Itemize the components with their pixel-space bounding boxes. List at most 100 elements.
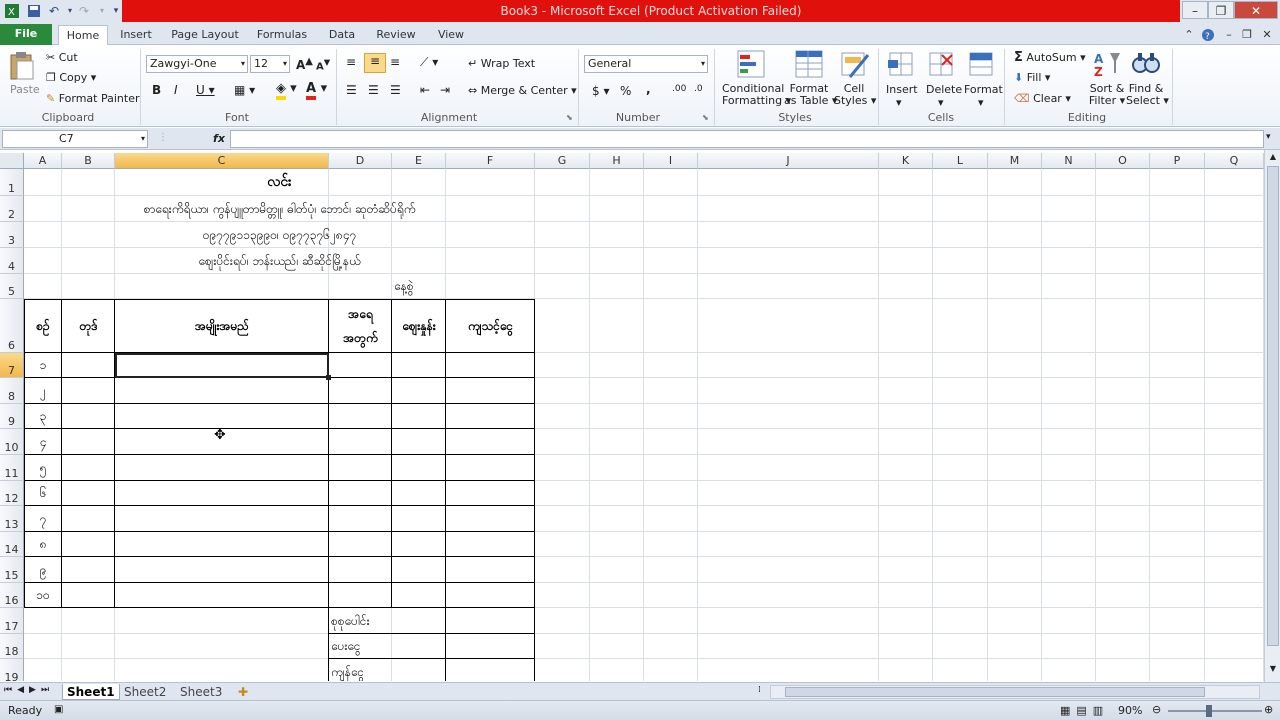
row-header-9[interactable]: 9 (0, 404, 24, 429)
scroll-down-icon[interactable]: ▼ (1266, 662, 1280, 676)
vertical-scrollbar[interactable]: ▲ ▼ (1264, 150, 1280, 682)
borders-icon[interactable]: ▦ ▾ (234, 83, 255, 97)
orientation-icon[interactable]: ⟋ ▾ (420, 55, 438, 70)
column-header-n[interactable]: N (1042, 153, 1096, 169)
row-header-14[interactable]: 14 (0, 532, 24, 557)
comma-style-icon[interactable]: , (646, 82, 651, 96)
sort-filter-icon[interactable]: AZ (1092, 49, 1122, 79)
redo-icon[interactable]: ↷ (76, 3, 92, 19)
align-left-icon[interactable]: ☰ (346, 83, 357, 97)
copy-button[interactable]: ❐ Copy ▾ (46, 71, 96, 84)
conditional-formatting-icon[interactable] (736, 49, 766, 79)
zoom-out-icon[interactable]: ⊖ (1152, 703, 1161, 716)
cell-styles-button[interactable]: Cell Styles ▾ (834, 83, 876, 107)
insert-function-button[interactable]: fx (208, 130, 230, 148)
row-header-6[interactable]: 6 (0, 299, 24, 353)
formula-input[interactable] (230, 130, 1264, 148)
fill-handle[interactable] (326, 375, 331, 380)
align-top-icon[interactable]: ≡ (346, 55, 356, 69)
column-header-a[interactable]: A (24, 153, 62, 169)
font-name-select[interactable]: Zawgyi-One ▾ (146, 55, 248, 73)
zoom-in-icon[interactable]: ⊕ (1264, 703, 1273, 716)
row-header-16[interactable]: 16 (0, 583, 24, 608)
workbook-close-icon[interactable]: ✕ (1260, 25, 1274, 45)
scroll-up-icon[interactable]: ▲ (1266, 150, 1280, 164)
row-header-15[interactable]: 15 (0, 557, 24, 583)
row-header-8[interactable]: 8 (0, 378, 24, 404)
align-right-icon[interactable]: ☰ (390, 83, 401, 97)
minimize-ribbon-icon[interactable]: ⌃ (1182, 25, 1196, 45)
tab-data[interactable]: Data (322, 25, 362, 45)
close-button[interactable]: ✕ (1234, 1, 1278, 19)
paste-icon[interactable] (8, 51, 36, 81)
format-painter-button[interactable]: ✎ Format Painter (46, 92, 140, 105)
font-color-icon[interactable]: A ▾ (306, 81, 327, 100)
currency-format-icon[interactable]: $ ▾ (592, 84, 609, 98)
horizontal-scroll-thumb[interactable] (785, 687, 1205, 697)
selected-cell-c7[interactable] (115, 353, 329, 378)
insert-sheet-icon[interactable]: ✚ (234, 684, 252, 700)
row-header-10[interactable]: 10 (0, 429, 24, 455)
tab-formulas[interactable]: Formulas (252, 25, 312, 45)
sheet-tab-sheet3[interactable]: Sheet3 (176, 684, 226, 700)
format-as-table-icon[interactable] (794, 49, 824, 79)
column-header-i[interactable]: I (644, 153, 698, 169)
column-header-e[interactable]: E (392, 153, 446, 169)
row-header-17[interactable]: 17 (0, 608, 24, 634)
increase-decimal-icon[interactable]: .00 (672, 84, 686, 94)
sort-filter-button[interactable]: Sort & Filter ▾ (1088, 83, 1126, 107)
tab-home[interactable]: Home (58, 25, 108, 45)
row-header-4[interactable]: 4 (0, 248, 24, 274)
delete-cells-icon[interactable] (926, 49, 956, 79)
zoom-slider[interactable] (1168, 710, 1262, 712)
column-header-g[interactable]: G (535, 153, 590, 169)
sheet-nav-icons[interactable]: ⏮◀▶⏭ (4, 685, 54, 695)
underline-button[interactable]: U ▾ (196, 83, 215, 97)
italic-button[interactable]: I (174, 83, 178, 97)
format-cells-button[interactable]: Format ▾ (964, 83, 1003, 109)
paste-button[interactable]: Paste (10, 83, 40, 96)
sheet-tab-sheet1[interactable]: Sheet1 (62, 684, 120, 700)
row-header-1[interactable]: 1 (0, 169, 24, 196)
row-header-3[interactable]: 3 (0, 222, 24, 248)
wrap-text-button[interactable]: ↵ Wrap Text (468, 57, 535, 70)
grow-font-icon[interactable]: A▲ (296, 56, 313, 72)
restore-button[interactable]: ❐ (1208, 1, 1234, 19)
column-header-b[interactable]: B (62, 153, 115, 169)
shrink-font-icon[interactable]: A▼ (316, 57, 330, 72)
row-header-18[interactable]: 18 (0, 634, 24, 659)
workbook-minimize-icon[interactable]: – (1222, 25, 1236, 45)
column-header-c[interactable]: C (115, 153, 329, 169)
format-cells-icon[interactable] (966, 49, 996, 79)
column-header-o[interactable]: O (1096, 153, 1150, 169)
align-middle-icon[interactable]: ≡ (364, 53, 386, 73)
percent-format-icon[interactable]: % (620, 84, 631, 98)
format-as-table-button[interactable]: Format as Table ▾ (784, 83, 837, 107)
delete-cells-button[interactable]: Delete ▾ (926, 83, 962, 109)
column-header-j[interactable]: J (698, 153, 879, 169)
increase-indent-icon[interactable]: ⇥ (440, 83, 450, 97)
expand-formula-bar-icon[interactable]: ▾ (1266, 132, 1271, 142)
save-icon[interactable] (26, 3, 42, 19)
workbook-restore-icon[interactable]: ❐ (1240, 25, 1254, 45)
row-header-11[interactable]: 11 (0, 455, 24, 481)
horizontal-scrollbar[interactable] (770, 685, 1260, 699)
sheet-tab-sheet2[interactable]: Sheet2 (120, 684, 170, 700)
row-header-5[interactable]: 5 (0, 274, 24, 299)
column-header-h[interactable]: H (590, 153, 644, 169)
tab-page-layout[interactable]: Page Layout (168, 25, 242, 45)
help-icon[interactable]: ? (1200, 25, 1216, 45)
align-center-icon[interactable]: ☰ (368, 83, 379, 97)
conditional-formatting-button[interactable]: Conditional Formatting ▾ (722, 83, 791, 107)
merge-center-button[interactable]: ⇔ Merge & Center ▾ (468, 84, 577, 97)
insert-cells-button[interactable]: Insert ▾ (886, 83, 918, 109)
column-header-q[interactable]: Q (1205, 153, 1264, 169)
row-header-7[interactable]: 7 (0, 353, 24, 378)
tab-review[interactable]: Review (372, 25, 420, 45)
select-all-button[interactable] (0, 153, 24, 169)
row-header-19[interactable]: 19 (0, 659, 24, 681)
zoom-level[interactable]: 90% (1118, 704, 1142, 717)
name-box[interactable]: C7 ▾ (2, 130, 148, 148)
decrease-indent-icon[interactable]: ⇤ (420, 83, 430, 97)
tab-insert[interactable]: Insert (114, 25, 158, 45)
